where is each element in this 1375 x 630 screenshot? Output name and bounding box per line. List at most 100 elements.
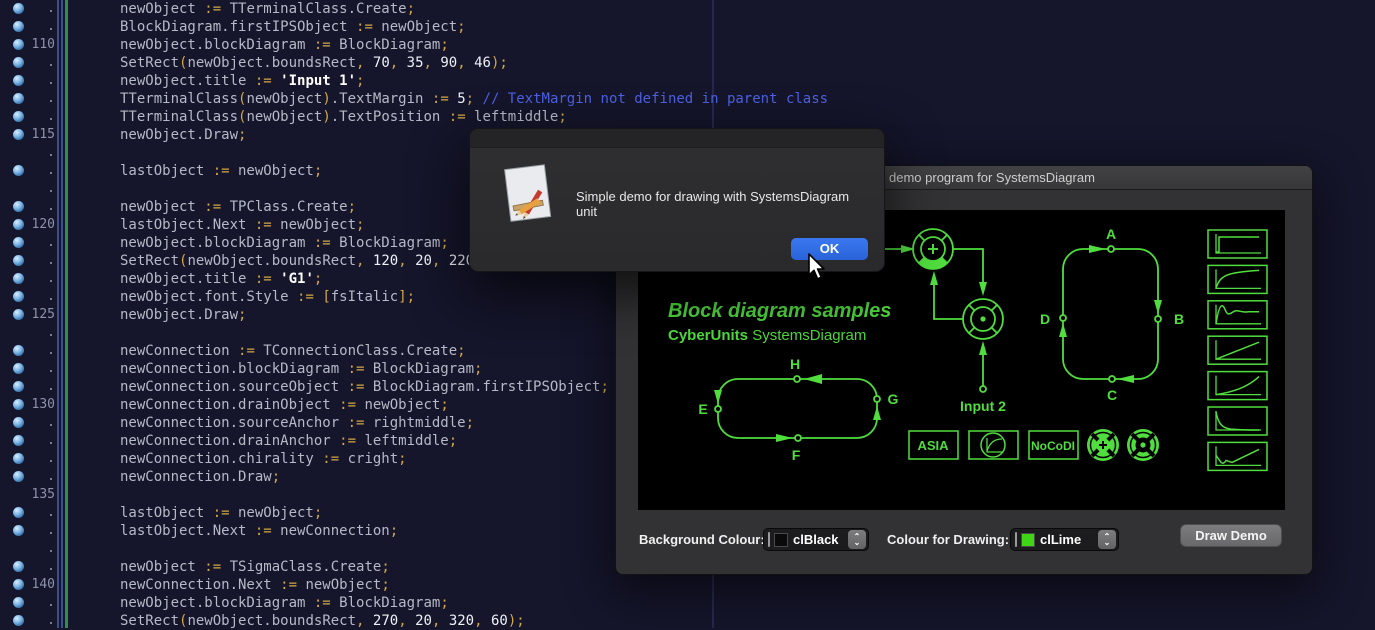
background-colour-value: clBlack xyxy=(793,532,839,547)
svg-text:NoCoDI: NoCoDI xyxy=(1031,439,1075,453)
line-number: . xyxy=(47,235,55,250)
code-line: . newObject.blockDiagram := BlockDiagram; xyxy=(0,594,1375,612)
code-line: . SetRect(newObject.boundsRect, 270, 20, … xyxy=(0,612,1375,630)
background-colour-label: Background Colour: xyxy=(639,532,765,547)
svg-text:E: E xyxy=(698,401,707,417)
arrow-left-icon xyxy=(1117,375,1134,383)
svg-text:F: F xyxy=(792,447,801,463)
arrow-down-icon xyxy=(714,390,722,404)
svg-text:C: C xyxy=(1107,387,1117,403)
dip-and-rise-thumbnail xyxy=(1207,441,1268,472)
line-number: . xyxy=(47,1,55,16)
arrow-up-icon xyxy=(873,406,881,420)
message-dialog[interactable]: Simple demo for drawing with SystemsDiag… xyxy=(469,128,885,272)
canvas-heading: Block diagram samples xyxy=(668,300,891,322)
background-colour-dropdown[interactable]: clBlack ⌃ ⌄ xyxy=(763,528,869,551)
sigma-filled-icon xyxy=(1087,429,1119,461)
code-line: . TTerminalClass(newObject).TextPosition … xyxy=(0,108,1375,126)
line-number: . xyxy=(47,253,55,268)
draw-demo-button[interactable]: Draw Demo xyxy=(1180,524,1282,547)
loop-abcd: A B C D xyxy=(1040,226,1184,403)
logarithmic-response-thumbnail xyxy=(1207,264,1268,295)
arrow-up-icon xyxy=(1059,323,1067,337)
lime-colour-swatch xyxy=(1021,532,1035,547)
arrow-up-icon xyxy=(930,271,938,285)
line-number: 140 xyxy=(31,577,55,592)
code-line: 140 newConnection.Next := newObject; xyxy=(0,576,1375,594)
step-response-thumbnail xyxy=(1207,229,1268,259)
svg-text:Input 2: Input 2 xyxy=(960,398,1006,414)
line-number: . xyxy=(47,199,55,214)
code-line: . TTerminalClass(newObject).TextMargin :=… xyxy=(0,90,1375,108)
line-number: . xyxy=(47,559,55,574)
sigma-element xyxy=(878,228,954,270)
canvas-subheading: CyberUnits SystemsDiagram xyxy=(668,327,866,344)
sample-row: ASIA NoCoDI xyxy=(908,429,1159,461)
line-number: 135 xyxy=(31,487,55,502)
line-number: . xyxy=(47,379,55,394)
loop-efgh: H E G F xyxy=(698,356,898,463)
svg-text:D: D xyxy=(1040,311,1050,327)
response-thumbnails xyxy=(1207,229,1268,472)
line-number: 115 xyxy=(31,127,55,142)
line-number: 120 xyxy=(31,217,55,232)
line-number: . xyxy=(47,541,55,556)
black-colour-swatch xyxy=(774,532,788,547)
line-number: . xyxy=(47,19,55,34)
line-number: 110 xyxy=(31,37,55,52)
svg-text:H: H xyxy=(790,356,800,372)
exponential-decay-thumbnail xyxy=(1207,406,1268,436)
exponential-growth-thumbnail xyxy=(1207,370,1268,401)
arrow-down-icon xyxy=(1154,300,1162,314)
ok-button[interactable]: OK xyxy=(791,238,868,260)
line-number: . xyxy=(47,289,55,304)
svg-text:G: G xyxy=(888,391,899,407)
dropdown-edge xyxy=(1015,532,1017,547)
line-number: . xyxy=(47,451,55,466)
linear-ramp-thumbnail xyxy=(1207,335,1268,365)
svg-text:ASIA: ASIA xyxy=(917,438,949,453)
drawing-colour-label: Colour for Drawing: xyxy=(887,532,1010,547)
pi-filled-icon xyxy=(1127,429,1159,461)
code-line: . BlockDiagram.firstIPSObject := newObjec… xyxy=(0,18,1375,36)
arrow-right-icon xyxy=(776,434,793,442)
code-line: . SetRect(newObject.boundsRect, 70, 35, 9… xyxy=(0,54,1375,72)
dropdown-edge xyxy=(768,532,770,547)
line-number: . xyxy=(47,55,55,70)
line-number: . xyxy=(47,145,55,160)
line-number: . xyxy=(47,415,55,430)
arrow-up-icon xyxy=(979,341,987,355)
line-number: . xyxy=(47,181,55,196)
line-number: . xyxy=(47,595,55,610)
chart-circle-icon xyxy=(968,430,1019,460)
line-number: . xyxy=(47,361,55,376)
code-line: . newObject := TTerminalClass.Create; xyxy=(0,0,1375,18)
line-number: . xyxy=(47,613,55,628)
line-number: . xyxy=(47,91,55,106)
svg-text:A: A xyxy=(1106,226,1116,242)
drawing-colour-dropdown[interactable]: clLime ⌃ ⌄ xyxy=(1010,528,1119,551)
input2-terminal: Input 2 xyxy=(960,341,1006,414)
stepper-icon[interactable]: ⌃ ⌄ xyxy=(848,530,866,549)
code-line: 110 newObject.blockDiagram := BlockDiagra… xyxy=(0,36,1375,54)
arrow-left-icon xyxy=(804,374,822,384)
line-number: . xyxy=(47,325,55,340)
line-number: 125 xyxy=(31,307,55,322)
dialog-titlebar[interactable] xyxy=(470,129,884,148)
line-number: . xyxy=(47,109,55,124)
line-number: . xyxy=(47,523,55,538)
code-line: . newObject.title := 'Input 1'; xyxy=(0,72,1375,90)
line-number: . xyxy=(47,505,55,520)
line-number: . xyxy=(47,343,55,358)
svg-text:B: B xyxy=(1174,311,1184,327)
line-number: . xyxy=(47,163,55,178)
stepper-icon[interactable]: ⌃ ⌄ xyxy=(1098,530,1116,549)
overshoot-response-thumbnail xyxy=(1207,300,1268,330)
line-number: . xyxy=(47,469,55,484)
arrow-down-icon xyxy=(979,282,987,296)
demo-window-title: demo program for SystemsDiagram xyxy=(889,170,1095,185)
arrow-right-icon xyxy=(1089,245,1106,253)
dialog-message: Simple demo for drawing with SystemsDiag… xyxy=(576,189,850,219)
line-number: . xyxy=(47,73,55,88)
line-number: . xyxy=(47,271,55,286)
